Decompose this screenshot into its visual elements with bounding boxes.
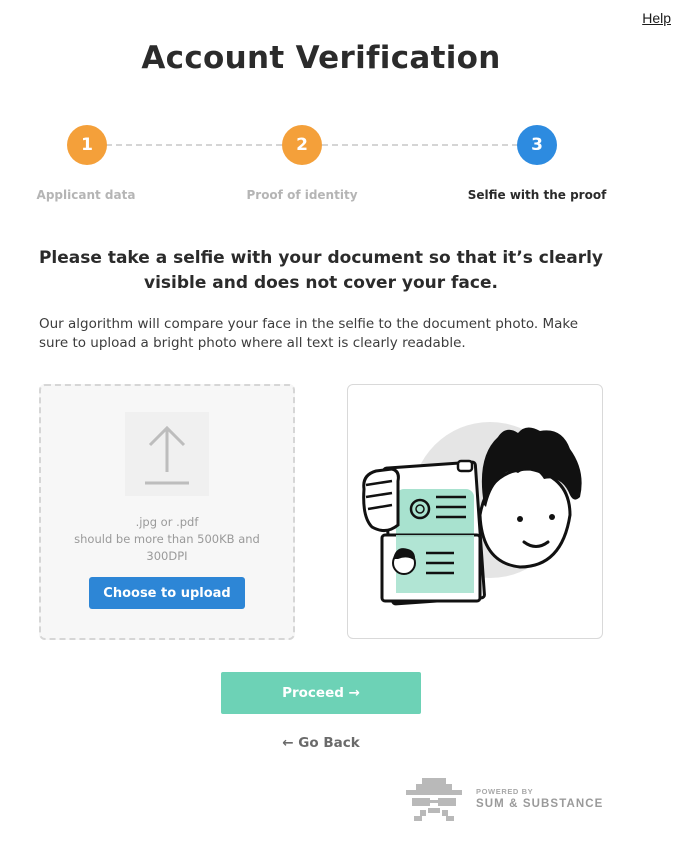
step-2-label: Proof of identity — [246, 188, 358, 202]
step-3-circle: 3 — [517, 125, 557, 165]
selfie-example-panel — [347, 384, 603, 639]
proceed-button[interactable]: Proceed → — [221, 672, 421, 714]
choose-upload-button[interactable]: Choose to upload — [89, 577, 245, 609]
upload-requirements: should be more than 500KB and 300DPI — [74, 532, 260, 563]
spy-logo-icon — [406, 778, 462, 821]
upload-formats: .jpg or .pdf — [135, 515, 199, 529]
progress-stepper: 1 2 3 Applicant data Proof of identity S… — [0, 124, 679, 214]
selfie-with-document-illustration — [362, 422, 582, 606]
page-title: Account Verification — [141, 40, 501, 76]
go-back-link[interactable]: ← Go Back — [221, 735, 421, 751]
instruction-heading: Please take a selfie with your document … — [38, 248, 604, 293]
help-link[interactable]: Help — [642, 10, 671, 26]
step-connector — [106, 144, 282, 146]
brand-name: SUM & SUBSTANCE — [476, 798, 604, 810]
step-connector — [322, 144, 518, 146]
upload-dropzone[interactable]: .jpg or .pdf should be more than 500KB a… — [39, 384, 295, 640]
step-3-label: Selfie with the proof — [467, 188, 607, 202]
powered-by-label: POWERED BY — [476, 787, 534, 796]
step-2-circle: 2 — [282, 125, 322, 165]
upload-hint: .jpg or .pdf should be more than 500KB a… — [41, 514, 293, 565]
upload-arrow-icon — [125, 412, 209, 496]
step-1-circle: 1 — [67, 125, 107, 165]
powered-by-badge[interactable]: POWERED BY SUM & SUBSTANCE — [404, 776, 604, 824]
step-1-label: Applicant data — [36, 188, 136, 202]
instruction-description: Our algorithm will compare your face in … — [39, 316, 579, 351]
